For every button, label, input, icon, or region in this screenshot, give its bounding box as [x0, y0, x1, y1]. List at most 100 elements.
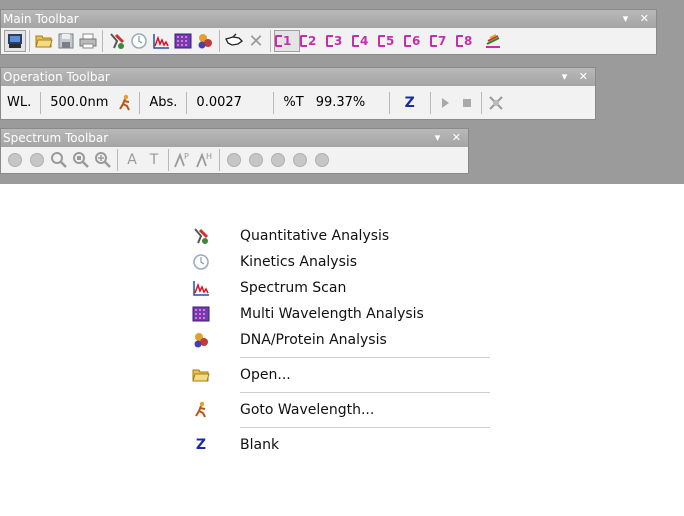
spectrum-toolbar-title[interactable]: Spectrum Toolbar ▾ ✕ — [1, 129, 468, 147]
goto-wavelength-button[interactable] — [114, 92, 136, 114]
toolbar-separator — [219, 149, 220, 171]
toolbar-separator — [168, 149, 169, 171]
channel-3-label: 3 — [334, 34, 343, 48]
peak-pick-button[interactable]: P — [172, 149, 194, 171]
start-button[interactable] — [434, 92, 456, 114]
channel-8-button[interactable]: 8 — [456, 30, 482, 52]
main-toolbar-title[interactable]: Main Toolbar ▾ ✕ — [1, 10, 656, 28]
plus-circle-icon — [227, 153, 241, 167]
dna-protein-icon — [198, 34, 212, 49]
channel-1-label: 1 — [283, 34, 292, 48]
menu-item-label: Spectrum Scan — [240, 280, 347, 296]
kinetics-analysis-button[interactable] — [128, 30, 150, 52]
divide-spectrum-button[interactable] — [289, 149, 311, 171]
channel-6-button[interactable]: 6 — [404, 30, 430, 52]
zoom-region-icon — [73, 152, 89, 168]
quantitative-icon — [188, 223, 214, 249]
toolbar-separator — [429, 91, 431, 114]
print-button[interactable] — [77, 30, 99, 52]
channel-5-button[interactable]: 5 — [378, 30, 404, 52]
wl-value: 500.0nm — [50, 95, 109, 110]
toolbar-separator — [480, 91, 482, 114]
multi-wavelength-icon — [188, 301, 214, 327]
channel-bracket-icon — [456, 35, 463, 47]
multiply-spectrum-button[interactable] — [267, 149, 289, 171]
close-document-button[interactable]: ✕ — [245, 30, 267, 52]
previous-scan-button[interactable] — [4, 149, 26, 171]
channel-4-button[interactable]: 4 — [352, 30, 378, 52]
connect-instrument-button[interactable] — [4, 30, 26, 52]
spectrum-toolbar-controls[interactable]: ▾ ✕ — [435, 129, 465, 147]
channel-7-label: 7 — [438, 34, 447, 48]
zoom-region-button[interactable] — [70, 149, 92, 171]
auto-zero-button[interactable] — [485, 92, 507, 114]
menu-item-multi-wavelength[interactable]: Multi Wavelength Analysis — [188, 301, 494, 327]
dna-protein-icon — [188, 327, 214, 353]
blank-button[interactable]: Z — [393, 92, 427, 114]
multi-channel-overlay-icon — [486, 34, 500, 48]
derivative-button[interactable] — [311, 149, 333, 171]
menu-item-blank[interactable]: Z Blank — [188, 432, 494, 458]
svg-text:P: P — [184, 152, 189, 161]
dna-protein-button[interactable] — [194, 30, 216, 52]
spectrum-scan-icon — [188, 275, 214, 301]
toolbar-separator — [40, 91, 42, 114]
auto-zero-icon — [489, 95, 503, 110]
spectrum-toolbar-title-text: Spectrum Toolbar — [3, 131, 109, 145]
abs-label: Abs. — [149, 95, 178, 110]
channel-8-label: 8 — [464, 34, 473, 48]
channel-3-button[interactable]: 3 — [326, 30, 352, 52]
channel-overlay-button[interactable] — [482, 30, 504, 52]
goto-wavelength-icon — [188, 397, 214, 423]
menu-item-label: Blank — [240, 437, 280, 453]
channel-bracket-icon — [352, 35, 359, 47]
goto-wavelength-icon — [119, 94, 131, 110]
menu-item-spectrum-scan[interactable]: Spectrum Scan — [188, 275, 494, 301]
next-scan-button[interactable] — [26, 149, 48, 171]
operation-toolbar-title[interactable]: Operation Toolbar ▾ ✕ — [1, 68, 595, 86]
transmittance-mode-button[interactable]: T — [143, 149, 165, 171]
multi-wavelength-button[interactable] — [172, 30, 194, 52]
main-toolbar: Main Toolbar ▾ ✕ ✕ 1 2 3 4 5 6 7 8 — [0, 9, 657, 55]
toolbar-separator — [273, 91, 275, 114]
main-toolbar-controls[interactable]: ▾ ✕ — [623, 10, 653, 28]
zoom-pan-icon — [95, 152, 111, 168]
blank-icon: Z — [195, 437, 207, 453]
spectrum-scan-button[interactable] — [150, 30, 172, 52]
open-folder-icon — [35, 35, 53, 48]
open-button[interactable] — [33, 30, 55, 52]
pan-zoom-button[interactable] — [92, 149, 114, 171]
save-disk-icon — [58, 33, 74, 49]
quantitative-icon — [110, 33, 125, 49]
channel-2-button[interactable]: 2 — [300, 30, 326, 52]
menu-item-quantitative[interactable]: Quantitative Analysis — [188, 223, 494, 249]
menu-item-open[interactable]: Open... — [188, 362, 494, 388]
menu-separator — [240, 392, 490, 393]
channel-bracket-icon — [300, 35, 307, 47]
subtract-spectrum-button[interactable] — [245, 149, 267, 171]
toolbar-separator — [186, 91, 188, 114]
minus-circle-icon — [249, 153, 263, 167]
save-button[interactable] — [55, 30, 77, 52]
menu-item-kinetics[interactable]: Kinetics Analysis — [188, 249, 494, 275]
menu-item-dna-protein[interactable]: DNA/Protein Analysis — [188, 327, 494, 353]
operation-toolbar-controls[interactable]: ▾ ✕ — [562, 68, 592, 86]
quantitative-analysis-button[interactable] — [106, 30, 128, 52]
add-spectrum-button[interactable] — [223, 149, 245, 171]
menu-separator — [240, 357, 490, 358]
channel-1-button[interactable]: 1 — [274, 30, 300, 52]
channel-7-button[interactable]: 7 — [430, 30, 456, 52]
menu-separator — [240, 427, 490, 428]
stop-button[interactable] — [456, 92, 478, 114]
forward-circle-icon — [30, 153, 44, 167]
menu-item-label: DNA/Protein Analysis — [240, 332, 387, 348]
zoom-button[interactable] — [48, 149, 70, 171]
toolbar-separator — [388, 91, 390, 114]
channel-5-label: 5 — [386, 34, 395, 48]
menu-item-goto-wavelength[interactable]: Goto Wavelength... — [188, 397, 494, 423]
absorbance-mode-button[interactable]: A — [121, 149, 143, 171]
stop-icon — [462, 98, 471, 107]
rewind-circle-icon — [8, 153, 22, 167]
valley-pick-button[interactable]: H — [194, 149, 216, 171]
goto-hand-button[interactable] — [223, 30, 245, 52]
